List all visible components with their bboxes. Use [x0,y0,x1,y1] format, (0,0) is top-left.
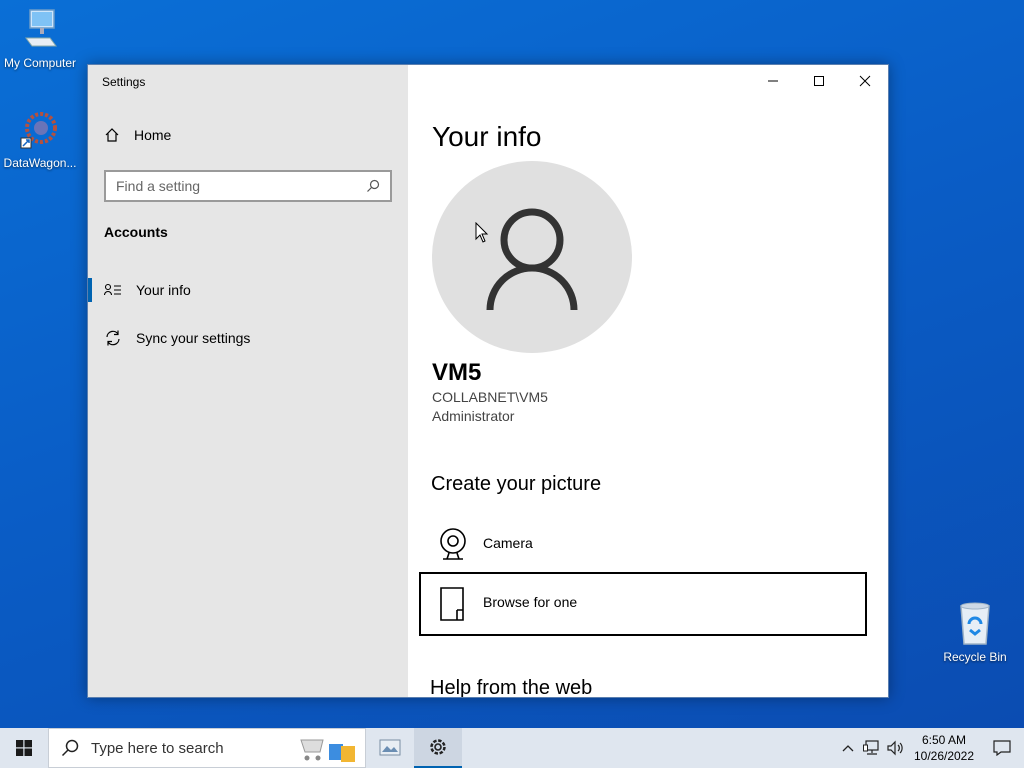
show-hidden-icons-button[interactable] [836,728,860,768]
person-list-icon [104,283,121,296]
system-tray: 6:50 AM 10/26/2022 [836,728,1024,768]
file-browse-icon [440,587,464,621]
shopping-promo-icon [300,739,355,762]
sidebar-item-label: Sync your settings [136,330,251,346]
avatar[interactable] [432,161,632,353]
camera-icon [440,528,466,560]
user-domain: COLLABNET\VM5 [432,389,548,405]
home-nav-item[interactable]: Home [104,127,171,143]
taskbar: Type here to search 6:50 AM 10/26/2022 [0,728,1024,768]
window-title: Settings [102,75,146,89]
user-avatar-icon [486,208,578,311]
search-icon[interactable] [366,179,380,193]
sidebar-item-label: Your info [136,282,191,298]
page-title: Your info [432,121,542,152]
window-controls [750,65,888,97]
user-role: Administrator [432,408,515,424]
action-center-button[interactable] [980,728,1024,768]
chevron-up-icon [842,745,854,752]
minimize-icon [768,80,778,82]
minimize-button[interactable] [750,65,796,97]
computer-icon [25,9,57,47]
start-button[interactable] [0,728,48,768]
home-icon [105,128,119,142]
taskbar-app-settings[interactable] [414,728,462,768]
desktop-icon-recycle-bin[interactable]: Recycle Bin [935,600,1015,664]
mouse-cursor-icon [475,222,489,243]
taskbar-clock[interactable]: 6:50 AM 10/26/2022 [908,732,980,764]
home-label: Home [134,127,172,143]
image-viewer-icon [379,739,401,756]
volume-button[interactable] [884,728,908,768]
speaker-icon [887,740,903,756]
network-button[interactable] [860,728,884,768]
notification-icon [993,740,1011,756]
camera-option-label: Camera [483,535,533,551]
maximize-button[interactable] [796,65,842,97]
main-content: Your info VM5 COLLABNET\VM5 Administrato… [408,65,888,697]
gear-icon [430,739,446,755]
close-button[interactable] [842,65,888,97]
taskbar-search[interactable]: Type here to search [48,728,366,768]
browse-option[interactable]: Browse for one [419,572,867,636]
user-name: VM5 [432,359,482,386]
windows-logo-icon [16,740,32,756]
clock-date: 10/26/2022 [913,749,975,763]
find-setting-input[interactable] [116,178,366,194]
search-icon [61,739,79,757]
sync-icon [106,330,120,346]
help-heading: Help from the web [430,677,593,697]
accounts-heading: Accounts [104,224,168,240]
datawagon-app-icon [20,112,57,149]
camera-option[interactable]: Camera [419,513,867,577]
taskbar-search-placeholder: Type here to search [91,739,224,757]
clock-time: 6:50 AM [921,733,967,747]
browse-option-label: Browse for one [483,594,578,610]
sidebar-item-your-info[interactable]: Your info [88,272,408,308]
settings-window: Settings Home Accounts Your info [87,64,889,698]
network-icon [863,740,879,755]
desktop-icon-label: Recycle Bin [943,650,1007,664]
desktop-icon-label: DataWagon... [3,156,77,170]
desktop-icon-label: My Computer [3,56,77,70]
create-picture-heading: Create your picture [431,473,602,495]
recycle-bin-icon [960,602,990,645]
sidebar: Settings Home Accounts Your info [88,65,408,697]
sidebar-item-sync-settings[interactable]: Sync your settings [88,320,408,356]
taskbar-app-image-viewer[interactable] [366,728,414,768]
maximize-icon [814,76,824,86]
close-icon [859,75,871,87]
desktop-icon-my-computer[interactable]: My Computer [0,8,80,70]
find-setting-search[interactable] [104,170,392,202]
desktop-icon-datawagon[interactable]: DataWagon... [0,106,80,170]
